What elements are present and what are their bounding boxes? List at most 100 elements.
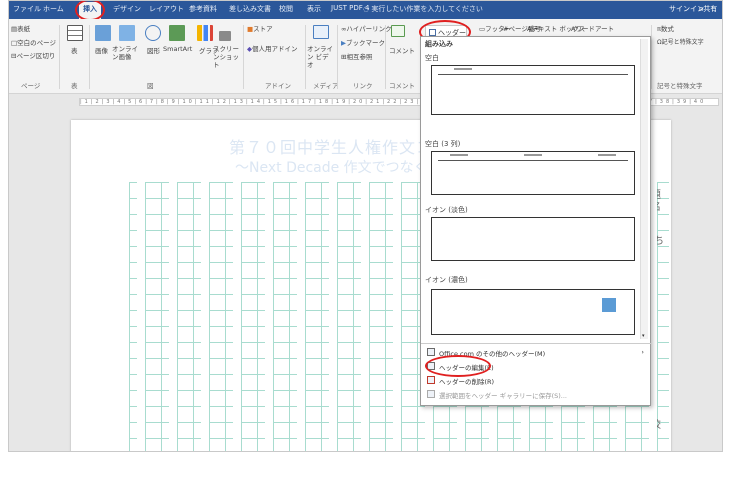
- blank-page-label: 空白のページ: [17, 39, 57, 47]
- menu-save-selection-label: 選択範囲をヘッダー ギャラリーに保存(S)...: [439, 392, 567, 400]
- placeholder-mark: [450, 154, 468, 156]
- screenshot-icon[interactable]: [219, 31, 231, 41]
- word-window: ファイル ホーム 挿入 デザイン レイアウト 参考資料 差し込み文書 校閲 表示…: [8, 0, 723, 452]
- gallery-item-label: イオン (濃色): [425, 276, 468, 284]
- document-subtitle[interactable]: ～Next Decade 作文でつなぐ: [235, 157, 428, 177]
- grid-column-gap: [233, 182, 241, 451]
- header-gallery-dropdown: 組み込み 空白 空白 (3 列) イオン (淡色) イオン (濃色) ▾ Off…: [420, 36, 652, 406]
- symbol-button[interactable]: Ω記号と特殊文字: [657, 37, 704, 46]
- store-label: ストア: [253, 25, 273, 33]
- blank-page-button[interactable]: □空白のページ: [11, 37, 56, 47]
- gallery-item-blank-3col[interactable]: [431, 151, 635, 195]
- grid-column-gap: [297, 182, 305, 451]
- tab-mailings[interactable]: 差し込み文書: [229, 4, 271, 14]
- screenshot-label: スクリーンショット: [213, 45, 239, 69]
- grid-column-gap: [169, 182, 177, 451]
- grid-column-gap: [393, 182, 401, 451]
- grid-column-gap: [329, 182, 337, 451]
- table-icon[interactable]: [67, 25, 83, 41]
- online-video-icon[interactable]: [313, 25, 329, 39]
- tab-view[interactable]: 表示: [307, 4, 321, 14]
- header-rule: [438, 160, 628, 161]
- online-picture-label: オンライン画像: [112, 45, 138, 61]
- grid-column-gap: [361, 182, 369, 451]
- tab-file[interactable]: ファイル: [13, 4, 41, 14]
- bookmark-button[interactable]: ▶ブックマーク: [341, 37, 385, 47]
- media-group-label: メディア: [313, 82, 339, 90]
- page-break-button[interactable]: ⊟ページ区切り: [11, 50, 55, 60]
- separator: [243, 25, 244, 89]
- gallery-item-ion-light[interactable]: [431, 217, 635, 261]
- pages-group-label: ページ: [21, 82, 41, 90]
- tell-me-text: 実行したい作業を入力してください: [371, 5, 483, 13]
- gallery-scrollbar[interactable]: ▾: [640, 39, 648, 339]
- online-video-label: オンライン ビデオ: [307, 45, 333, 69]
- remove-header-icon: [427, 376, 435, 384]
- picture-icon[interactable]: [95, 25, 111, 41]
- my-addins-label: 個人用アドイン: [252, 45, 298, 53]
- gallery-item-label: イオン (淡色): [425, 206, 468, 214]
- separator: [59, 25, 60, 89]
- tab-references[interactable]: 参考資料: [189, 4, 217, 14]
- wordart-button[interactable]: Aワードアート: [571, 23, 614, 33]
- shapes-label: 図形: [147, 47, 160, 55]
- cross-reference-button[interactable]: ⊞相互参照: [341, 51, 372, 61]
- grid-column-gap: [265, 182, 273, 451]
- equation-button[interactable]: π数式: [657, 23, 674, 33]
- share-label: 共有: [703, 5, 718, 13]
- online-picture-icon[interactable]: [119, 25, 135, 41]
- tell-me-box[interactable]: ◌ 実行したい作業を入力してください: [363, 4, 483, 14]
- shapes-icon[interactable]: [145, 25, 161, 41]
- cover-page-button[interactable]: ▤表紙: [11, 23, 30, 33]
- addins-group-label: アドイン: [265, 82, 291, 90]
- gallery-section-builtin: 組み込み: [425, 40, 453, 48]
- smartart-icon[interactable]: [169, 25, 185, 41]
- gallery-item-ion-dark[interactable]: [431, 289, 635, 335]
- separator: [89, 25, 90, 89]
- separator: [385, 25, 386, 89]
- grid-column-gap: [201, 182, 209, 451]
- save-gallery-icon: [427, 390, 435, 398]
- tab-home[interactable]: ホーム: [43, 4, 64, 14]
- equation-label: 数式: [660, 25, 674, 33]
- tab-design[interactable]: デザイン: [113, 4, 141, 14]
- lightbulb-icon: ◌: [363, 5, 370, 13]
- gallery-item-label: 空白 (3 列): [425, 140, 461, 148]
- accent-square: [602, 298, 616, 312]
- smartart-label: SmartArt: [163, 45, 193, 53]
- picture-label: 画像: [95, 47, 108, 55]
- separator: [305, 25, 306, 89]
- cover-label: 表紙: [17, 25, 31, 33]
- separator: [651, 25, 652, 89]
- grid-column-gap: [137, 182, 145, 451]
- edit-header-highlight: [425, 355, 491, 377]
- ribbon-tab-bar: ファイル ホーム 挿入 デザイン レイアウト 参考資料 差し込み文書 校閲 表示…: [9, 1, 722, 19]
- comment-icon[interactable]: [391, 25, 405, 37]
- chevron-right-icon: ›: [641, 348, 644, 356]
- illustrations-group-label: 図: [147, 82, 154, 90]
- tab-review[interactable]: 校閲: [279, 4, 293, 14]
- placeholder-mark: [524, 154, 542, 156]
- share-button[interactable]: ⍝共有: [699, 4, 717, 14]
- symbols-group-label: 記号と特殊文字: [657, 82, 703, 90]
- cross-ref-label: 相互参照: [346, 53, 373, 61]
- my-addins-button[interactable]: ◆個人用アドイン: [247, 43, 298, 53]
- gallery-item-label: 空白: [425, 54, 439, 62]
- store-button[interactable]: ■ストア: [247, 23, 273, 33]
- office-com-icon: [427, 348, 435, 356]
- menu-divider: [421, 343, 652, 344]
- gallery-item-blank[interactable]: [431, 65, 635, 115]
- symbol-label: 記号と特殊文字: [661, 39, 704, 46]
- menu-save-selection: 選択範囲をヘッダー ギャラリーに保存(S)...: [421, 389, 652, 401]
- insert-tab-highlight: [75, 1, 105, 21]
- document-title[interactable]: 第７０回中学生人権作文コン: [229, 134, 450, 158]
- links-group-label: リンク: [353, 82, 373, 90]
- comments-group-label: コメント: [389, 82, 415, 90]
- scroll-down-icon[interactable]: ▾: [642, 333, 648, 339]
- table-label: 表: [71, 47, 78, 55]
- comment-label: コメント: [389, 47, 415, 55]
- chart-icon[interactable]: [197, 25, 213, 41]
- separator: [337, 25, 338, 89]
- page-break-label: ページ区切り: [16, 52, 56, 60]
- tab-layout[interactable]: レイアウト: [149, 4, 184, 14]
